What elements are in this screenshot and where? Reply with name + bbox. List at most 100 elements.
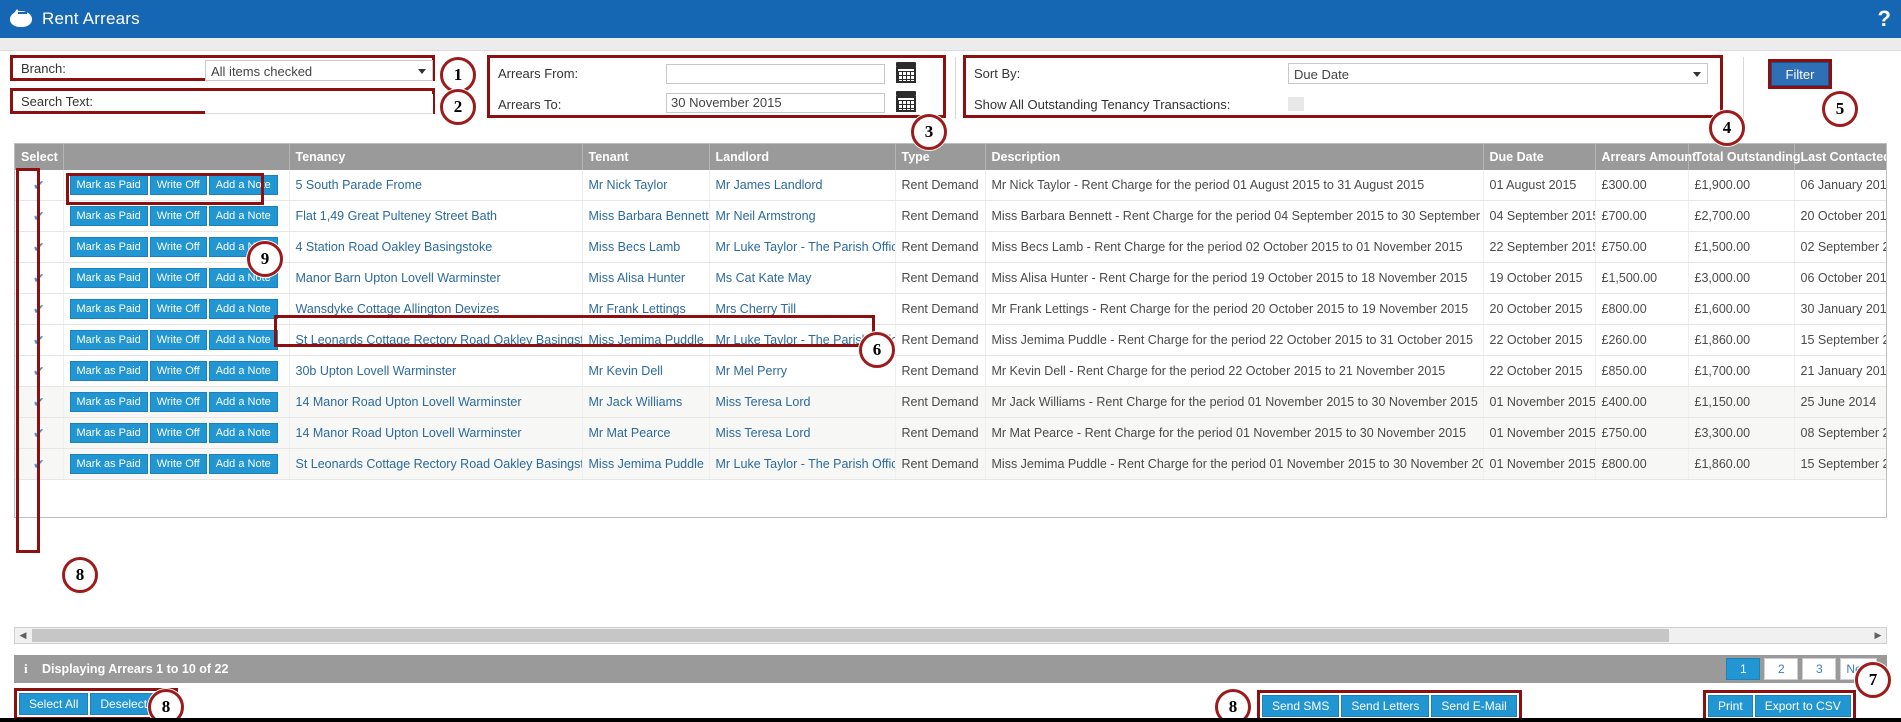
write-off-button[interactable]: Write Off bbox=[149, 206, 207, 226]
cell-tenancy[interactable]: 5 South Parade Frome bbox=[289, 170, 583, 201]
cell-tenant[interactable]: Miss Barbara Bennett bbox=[582, 200, 710, 232]
write-off-button[interactable]: Write Off bbox=[149, 423, 207, 443]
cell-landlord-link[interactable]: Miss Teresa Lord bbox=[716, 395, 811, 409]
select-all-button[interactable]: Select All bbox=[19, 693, 89, 715]
cell-landlord-link[interactable]: Mr Luke Taylor - The Parish Office bbox=[716, 240, 895, 254]
mark-as-paid-button[interactable]: Mark as Paid bbox=[69, 299, 148, 319]
cell-landlord[interactable]: Miss Teresa Lord bbox=[709, 417, 896, 449]
cell-landlord[interactable]: Mr Neil Armstrong bbox=[709, 200, 896, 232]
page-button-2[interactable]: 2 bbox=[1764, 658, 1799, 680]
page-button-1[interactable]: 1 bbox=[1726, 658, 1761, 680]
row-select-checkbox[interactable]: ✔ bbox=[15, 293, 64, 325]
column-header-select[interactable]: Select bbox=[15, 144, 64, 170]
cell-tenancy[interactable]: 14 Manor Road Upton Lovell Warminster bbox=[289, 417, 583, 449]
cell-tenant-link[interactable]: Miss Becs Lamb bbox=[589, 240, 681, 254]
column-header-tenant[interactable]: Tenant bbox=[582, 144, 710, 170]
cell-tenancy-link[interactable]: 4 Station Road Oakley Basingstoke bbox=[296, 240, 493, 254]
cell-tenant-link[interactable]: Mr Mat Pearce bbox=[589, 426, 671, 440]
cell-tenancy-link[interactable]: St Leonards Cottage Rectory Road Oakley … bbox=[296, 457, 582, 471]
cell-tenant-link[interactable]: Mr Frank Lettings bbox=[589, 302, 686, 316]
row-select-checkbox[interactable]: ✔ bbox=[15, 200, 64, 232]
row-select-checkbox[interactable]: ✔ bbox=[15, 386, 64, 418]
cell-tenancy[interactable]: St Leonards Cottage Rectory Road Oakley … bbox=[289, 448, 583, 480]
cell-tenancy-link[interactable]: 14 Manor Road Upton Lovell Warminster bbox=[296, 426, 522, 440]
cell-tenant[interactable]: Mr Nick Taylor bbox=[582, 170, 710, 201]
cell-tenant-link[interactable]: Miss Barbara Bennett bbox=[589, 209, 709, 223]
cell-tenant[interactable]: Miss Jemima Puddle bbox=[582, 324, 710, 356]
cell-landlord-link[interactable]: Mrs Cherry Till bbox=[716, 302, 797, 316]
column-header-total-outstanding[interactable]: Total Outstanding bbox=[1688, 144, 1801, 170]
cell-tenancy[interactable]: Manor Barn Upton Lovell Warminster bbox=[289, 262, 583, 294]
add-a-note-button[interactable]: Add a Note bbox=[208, 299, 278, 319]
cell-tenant[interactable]: Miss Jemima Puddle bbox=[582, 448, 710, 480]
scroll-left-arrow[interactable]: ◀ bbox=[15, 628, 31, 643]
send-letters-button[interactable]: Send Letters bbox=[1341, 695, 1430, 717]
cell-landlord[interactable]: Ms Cat Kate May bbox=[709, 262, 896, 294]
add-a-note-button[interactable]: Add a Note bbox=[208, 361, 278, 381]
cell-tenant[interactable]: Miss Alisa Hunter bbox=[582, 262, 710, 294]
cell-landlord-link[interactable]: Mr Luke Taylor - The Parish Office bbox=[716, 457, 895, 471]
mark-as-paid-button[interactable]: Mark as Paid bbox=[69, 237, 148, 257]
add-a-note-button[interactable]: Add a Note bbox=[208, 392, 278, 412]
cell-tenancy[interactable]: Wansdyke Cottage Allington Devizes bbox=[289, 293, 583, 325]
sort-by-select[interactable]: Due Date bbox=[1288, 63, 1708, 84]
cell-tenant-link[interactable]: Mr Nick Taylor bbox=[589, 178, 668, 192]
row-select-checkbox[interactable]: ✔ bbox=[15, 324, 64, 356]
cell-tenancy[interactable]: 4 Station Road Oakley Basingstoke bbox=[289, 231, 583, 263]
cell-landlord-link[interactable]: Mr James Landlord bbox=[716, 178, 823, 192]
cell-landlord-link[interactable]: Ms Cat Kate May bbox=[716, 271, 812, 285]
scroll-right-arrow[interactable]: ▶ bbox=[1870, 628, 1886, 643]
add-a-note-button[interactable]: Add a Note bbox=[208, 206, 278, 226]
add-a-note-button[interactable]: Add a Note bbox=[208, 454, 278, 474]
add-a-note-button[interactable]: Add a Note bbox=[208, 330, 278, 350]
column-header-description[interactable]: Description bbox=[985, 144, 1484, 170]
write-off-button[interactable]: Write Off bbox=[149, 361, 207, 381]
cell-tenancy[interactable]: Flat 1,49 Great Pulteney Street Bath bbox=[289, 200, 583, 232]
cell-tenant[interactable]: Miss Becs Lamb bbox=[582, 231, 710, 263]
page-button-3[interactable]: 3 bbox=[1802, 658, 1837, 680]
cell-tenancy-link[interactable]: Manor Barn Upton Lovell Warminster bbox=[296, 271, 501, 285]
cell-tenancy[interactable]: St Leonards Cottage Rectory Road Oakley … bbox=[289, 324, 583, 356]
row-select-checkbox[interactable]: ✔ bbox=[15, 170, 64, 201]
cell-landlord[interactable]: Mr Luke Taylor - The Parish Office bbox=[709, 231, 896, 263]
mark-as-paid-button[interactable]: Mark as Paid bbox=[69, 206, 148, 226]
cell-landlord[interactable]: Mr James Landlord bbox=[709, 170, 896, 201]
mark-as-paid-button[interactable]: Mark as Paid bbox=[69, 454, 148, 474]
write-off-button[interactable]: Write Off bbox=[149, 175, 207, 195]
column-header-type[interactable]: Type bbox=[895, 144, 986, 170]
column-header-landlord[interactable]: Landlord bbox=[709, 144, 896, 170]
cell-tenancy-link[interactable]: 30b Upton Lovell Warminster bbox=[296, 364, 457, 378]
mark-as-paid-button[interactable]: Mark as Paid bbox=[69, 423, 148, 443]
send-email-button[interactable]: Send E-Mail bbox=[1431, 695, 1517, 717]
calendar-icon[interactable] bbox=[895, 91, 917, 113]
calendar-icon[interactable] bbox=[895, 62, 917, 84]
cell-tenancy-link[interactable]: 14 Manor Road Upton Lovell Warminster bbox=[296, 395, 522, 409]
filter-button[interactable]: Filter bbox=[1771, 62, 1829, 86]
scrollbar-thumb[interactable] bbox=[32, 629, 1669, 642]
cell-tenant-link[interactable]: Miss Jemima Puddle bbox=[589, 457, 704, 471]
row-select-checkbox[interactable]: ✔ bbox=[15, 417, 64, 449]
cell-tenant-link[interactable]: Miss Jemima Puddle bbox=[589, 333, 704, 347]
print-button[interactable]: Print bbox=[1708, 695, 1753, 717]
cell-tenancy[interactable]: 30b Upton Lovell Warminster bbox=[289, 355, 583, 387]
write-off-button[interactable]: Write Off bbox=[149, 392, 207, 412]
mark-as-paid-button[interactable]: Mark as Paid bbox=[69, 392, 148, 412]
mark-as-paid-button[interactable]: Mark as Paid bbox=[69, 175, 148, 195]
mark-as-paid-button[interactable]: Mark as Paid bbox=[69, 268, 148, 288]
send-sms-button[interactable]: Send SMS bbox=[1262, 695, 1340, 717]
write-off-button[interactable]: Write Off bbox=[149, 454, 207, 474]
row-select-checkbox[interactable]: ✔ bbox=[15, 355, 64, 387]
search-input[interactable] bbox=[205, 94, 433, 114]
add-a-note-button[interactable]: Add a Note bbox=[208, 175, 278, 195]
cell-tenant-link[interactable]: Mr Kevin Dell bbox=[589, 364, 663, 378]
row-select-checkbox[interactable]: ✔ bbox=[15, 262, 64, 294]
cell-tenant[interactable]: Mr Mat Pearce bbox=[582, 417, 710, 449]
cell-tenancy[interactable]: 14 Manor Road Upton Lovell Warminster bbox=[289, 386, 583, 418]
mark-as-paid-button[interactable]: Mark as Paid bbox=[69, 330, 148, 350]
cell-tenancy-link[interactable]: St Leonards Cottage Rectory Road Oakley … bbox=[296, 333, 582, 347]
mark-as-paid-button[interactable]: Mark as Paid bbox=[69, 361, 148, 381]
row-select-checkbox[interactable]: ✔ bbox=[15, 231, 64, 263]
cell-tenancy-link[interactable]: Flat 1,49 Great Pulteney Street Bath bbox=[296, 209, 498, 223]
cell-tenancy-link[interactable]: Wansdyke Cottage Allington Devizes bbox=[296, 302, 500, 316]
write-off-button[interactable]: Write Off bbox=[149, 299, 207, 319]
